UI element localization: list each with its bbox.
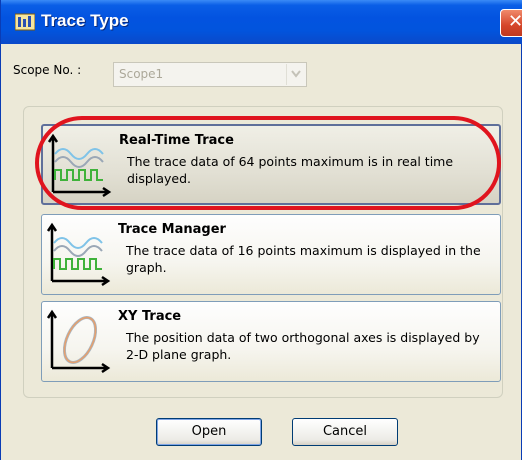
waveform-trace-icon <box>46 221 112 287</box>
close-icon: ✕ <box>508 11 522 32</box>
option-title: Real-Time Trace <box>119 133 234 148</box>
cancel-button[interactable]: Cancel <box>292 418 398 446</box>
xy-ellipse-icon <box>46 308 112 374</box>
close-button[interactable]: ✕ <box>500 9 522 37</box>
option-trace-manager[interactable]: Trace Manager The trace data of 16 point… <box>41 214 501 295</box>
waveform-trace-icon <box>47 132 113 198</box>
option-xy-trace[interactable]: XY Trace The position data of two orthog… <box>41 301 501 382</box>
app-icon <box>14 13 36 31</box>
chevron-down-icon <box>291 70 301 78</box>
option-description: The trace data of 64 points maximum is i… <box>127 154 454 186</box>
scope-label: Scope No. : <box>13 63 82 77</box>
scope-select[interactable]: Scope1 <box>113 62 307 87</box>
option-real-time-trace[interactable]: Real-Time Trace The trace data of 64 poi… <box>41 124 501 205</box>
open-button[interactable]: Open <box>156 418 262 446</box>
option-description: The position data of two orthogonal axes… <box>126 330 480 362</box>
dropdown-button[interactable] <box>286 64 305 85</box>
title-bar[interactable]: Trace Type ✕ <box>1 0 522 44</box>
option-title: Trace Manager <box>118 222 226 237</box>
trace-type-dialog: Trace Type ✕ Scope No. : Scope1 Real-Tim… <box>0 0 522 460</box>
scope-value: Scope1 <box>119 67 164 81</box>
option-description: The trace data of 16 points maximum is d… <box>126 243 481 275</box>
window-title: Trace Type <box>41 11 129 30</box>
option-title: XY Trace <box>118 309 182 324</box>
